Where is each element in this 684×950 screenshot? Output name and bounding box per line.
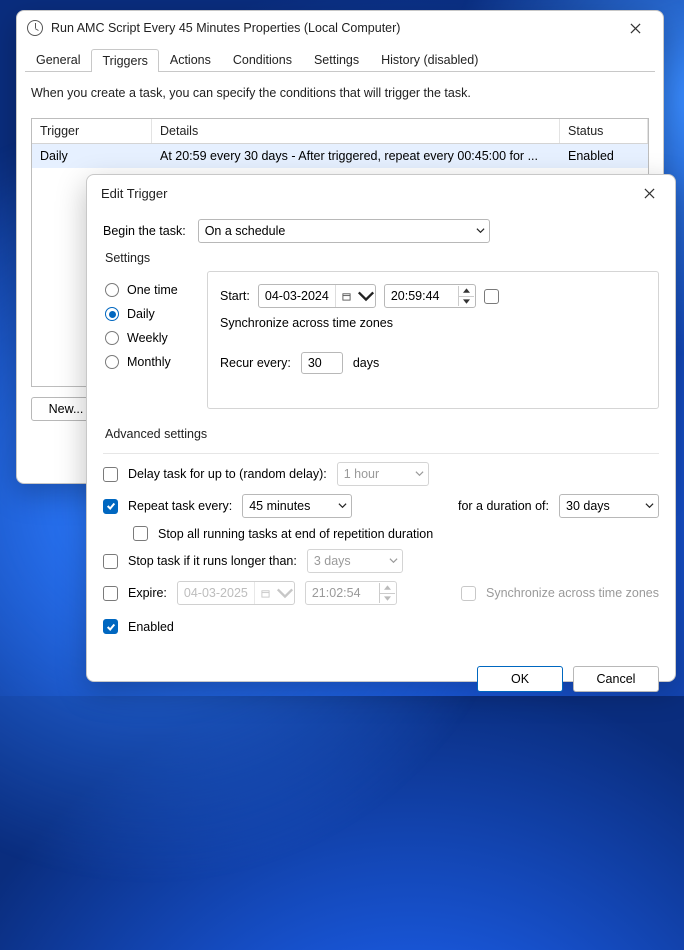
begin-task-label: Begin the task: xyxy=(103,224,186,238)
radio-icon xyxy=(105,355,119,369)
check-icon xyxy=(106,622,116,632)
expire-checkbox[interactable] xyxy=(103,586,118,601)
expire-label: Expire: xyxy=(128,586,167,600)
chevron-down-icon xyxy=(389,554,398,568)
tab-description: When you create a task, you can specify … xyxy=(31,86,649,100)
start-time-spinner[interactable]: 20:59:44 xyxy=(384,284,476,308)
chevron-down-icon xyxy=(645,499,654,513)
ok-button[interactable]: OK xyxy=(477,666,563,692)
tabs: General Triggers Actions Conditions Sett… xyxy=(17,45,663,71)
radio-monthly[interactable]: Monthly xyxy=(105,355,189,369)
radio-icon xyxy=(105,331,119,345)
stop-long-checkbox[interactable] xyxy=(103,554,118,569)
table-row[interactable]: Daily At 20:59 every 30 days - After tri… xyxy=(32,144,648,168)
duration-combo[interactable]: 30 days xyxy=(559,494,659,518)
close-button[interactable] xyxy=(615,14,655,42)
col-details[interactable]: Details xyxy=(152,119,560,143)
chevron-down-icon xyxy=(415,467,424,481)
calendar-icon xyxy=(254,582,276,604)
begin-task-combo[interactable]: On a schedule xyxy=(198,219,490,243)
repeat-label: Repeat task every: xyxy=(128,499,232,513)
radio-onetime[interactable]: One time xyxy=(105,283,189,297)
spinner-buttons[interactable] xyxy=(458,286,474,306)
radio-weekly[interactable]: Weekly xyxy=(105,331,189,345)
dialog-title: Edit Trigger xyxy=(101,186,629,201)
stop-long-label: Stop task if it runs longer than: xyxy=(128,554,297,568)
chevron-down-icon xyxy=(476,224,485,238)
begin-task-value: On a schedule xyxy=(205,224,286,238)
dialog-close-button[interactable] xyxy=(629,179,669,207)
tab-history[interactable]: History (disabled) xyxy=(370,48,489,71)
spin-down-icon xyxy=(379,594,395,604)
radio-daily[interactable]: Daily xyxy=(105,307,189,321)
start-date-picker[interactable]: 04-03-2024 xyxy=(258,284,376,308)
task-scheduler-icon xyxy=(27,20,43,36)
radio-icon xyxy=(105,283,119,297)
chevron-down-icon[interactable] xyxy=(357,285,375,307)
stop-all-label: Stop all running tasks at end of repetit… xyxy=(158,527,433,541)
enabled-checkbox[interactable] xyxy=(103,619,118,634)
recur-unit: days xyxy=(353,356,379,370)
calendar-icon[interactable] xyxy=(335,285,357,307)
start-time-value: 20:59:44 xyxy=(391,289,440,303)
close-icon xyxy=(644,188,655,199)
titlebar: Run AMC Script Every 45 Minutes Properti… xyxy=(17,11,663,45)
expire-date-picker: 04-03-2025 xyxy=(177,581,295,605)
start-label: Start: xyxy=(220,289,250,303)
tab-actions[interactable]: Actions xyxy=(159,48,222,71)
enabled-label: Enabled xyxy=(128,620,174,634)
sync-timezone-label: Synchronize across time zones xyxy=(220,316,393,330)
col-trigger[interactable]: Trigger xyxy=(32,119,152,143)
delay-checkbox[interactable] xyxy=(103,467,118,482)
schedule-panel: Start: 04-03-2024 20:59:44 xyxy=(207,271,659,409)
recur-label: Recur every: xyxy=(220,356,291,370)
check-icon xyxy=(106,501,116,511)
duration-label: for a duration of: xyxy=(458,499,549,513)
col-status[interactable]: Status xyxy=(560,119,648,143)
spin-up-icon[interactable] xyxy=(458,286,474,297)
table-header: Trigger Details Status xyxy=(32,119,648,144)
chevron-down-icon xyxy=(276,582,294,604)
dialog-footer: OK Cancel xyxy=(87,654,675,706)
cell-details: At 20:59 every 30 days - After triggered… xyxy=(152,144,560,168)
advanced-label: Advanced settings xyxy=(103,427,659,445)
cell-trigger: Daily xyxy=(32,144,152,168)
radio-icon xyxy=(105,307,119,321)
delay-combo: 1 hour xyxy=(337,462,429,486)
cell-status: Enabled xyxy=(560,144,648,168)
spin-up-icon xyxy=(379,583,395,594)
repeat-combo[interactable]: 45 minutes xyxy=(242,494,352,518)
sync-timezone-checkbox[interactable] xyxy=(484,289,499,304)
edit-trigger-dialog: Edit Trigger Begin the task: On a schedu… xyxy=(86,174,676,682)
expire-sync-tz-checkbox xyxy=(461,586,476,601)
schedule-radios: One time Daily Weekly Monthly xyxy=(103,271,191,369)
close-icon xyxy=(630,23,641,34)
dialog-titlebar: Edit Trigger xyxy=(87,175,675,211)
cancel-button[interactable]: Cancel xyxy=(573,666,659,692)
window-title: Run AMC Script Every 45 Minutes Properti… xyxy=(51,21,615,35)
tab-general[interactable]: General xyxy=(25,48,91,71)
stop-all-checkbox[interactable] xyxy=(133,526,148,541)
tab-conditions[interactable]: Conditions xyxy=(222,48,303,71)
tab-triggers[interactable]: Triggers xyxy=(91,49,158,72)
tab-settings[interactable]: Settings xyxy=(303,48,370,71)
start-date-value: 04-03-2024 xyxy=(259,289,335,303)
expire-sync-tz-label: Synchronize across time zones xyxy=(486,586,659,600)
spinner-buttons xyxy=(379,583,395,603)
repeat-checkbox[interactable] xyxy=(103,499,118,514)
stop-long-combo: 3 days xyxy=(307,549,403,573)
chevron-down-icon xyxy=(338,499,347,513)
settings-group-label: Settings xyxy=(103,251,659,269)
recur-input[interactable]: 30 xyxy=(301,352,343,374)
spin-down-icon[interactable] xyxy=(458,297,474,307)
expire-time-spinner: 21:02:54 xyxy=(305,581,397,605)
delay-label: Delay task for up to (random delay): xyxy=(128,467,327,481)
